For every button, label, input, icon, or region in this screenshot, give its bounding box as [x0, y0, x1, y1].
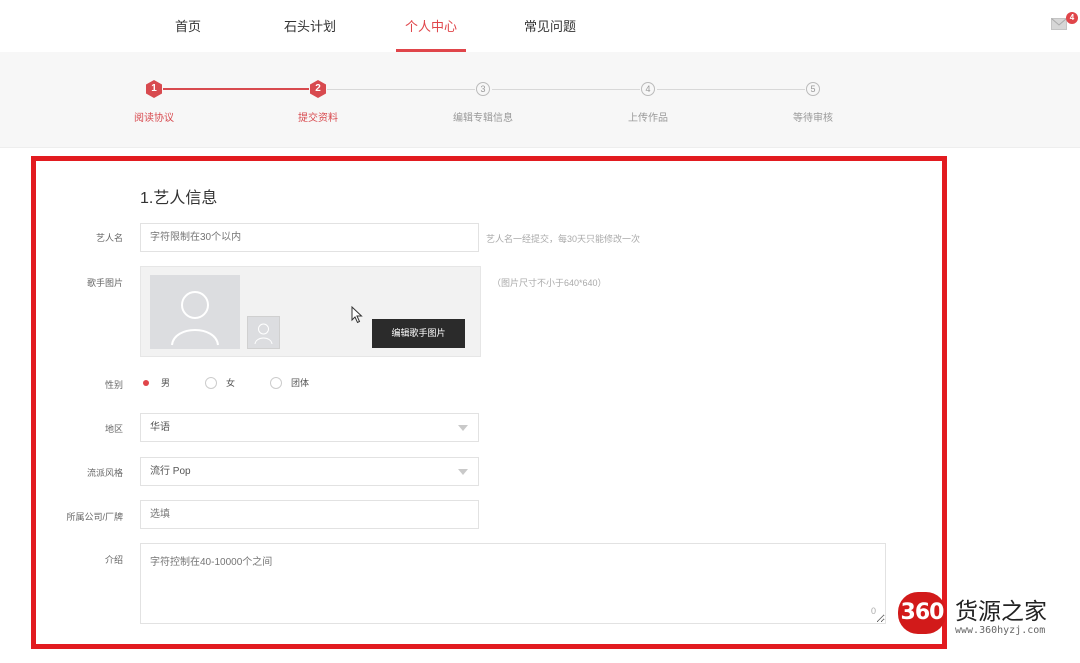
gender-option-male: 男: [161, 378, 171, 388]
company-input[interactable]: [140, 500, 479, 529]
photo-upload-area[interactable]: 编辑歌手图片: [140, 266, 481, 357]
artist-name-label: 艺人名: [95, 233, 123, 243]
section-title: 1.艺人信息: [140, 190, 218, 207]
watermark-logo: 360: [898, 592, 946, 634]
intro-char-counter: 0: [871, 606, 877, 616]
artist-name-input[interactable]: [140, 223, 479, 252]
mouse-cursor-icon: [351, 306, 363, 324]
gender-label: 性别: [104, 380, 123, 390]
intro-textarea[interactable]: [140, 543, 886, 624]
gender-radio-female[interactable]: [205, 377, 217, 389]
edit-photo-button[interactable]: 编辑歌手图片: [372, 319, 465, 348]
step-connector-1: [163, 88, 309, 90]
region-selected-value: 华语: [150, 422, 170, 433]
mail-badge: 4: [1066, 12, 1078, 24]
chevron-down-icon: [458, 425, 468, 431]
step-connector-2: [327, 89, 475, 90]
step-1-marker: 1: [145, 80, 163, 98]
step-3-marker: 3: [474, 80, 492, 98]
nav-item-personal-center[interactable]: 个人中心: [405, 16, 457, 35]
nav-item-faq[interactable]: 常见问题: [524, 16, 576, 35]
gender-radio-group-option[interactable]: [270, 377, 282, 389]
artist-name-hint: 艺人名一经提交，每30天只能修改一次: [486, 234, 641, 244]
gender-option-group: 团体: [291, 378, 310, 388]
company-label: 所属公司/厂牌: [66, 512, 123, 522]
mail-icon[interactable]: [1051, 18, 1067, 30]
genre-selected-value: 流行 Pop: [150, 466, 191, 477]
chevron-down-icon: [458, 469, 468, 475]
top-nav: 首页 石头计划 个人中心 常见问题 4: [0, 0, 1080, 52]
gender-radio-male[interactable]: [140, 377, 152, 389]
intro-label: 介绍: [104, 555, 123, 565]
watermark-url: www.360hyzj.com: [955, 625, 1046, 636]
step-4-marker: 4: [639, 80, 657, 98]
region-select[interactable]: 华语: [140, 413, 479, 442]
user-silhouette-icon: [254, 323, 273, 345]
step-5-marker: 5: [804, 80, 822, 98]
step-5-label: 等待审核: [793, 113, 833, 124]
avatar-small: [247, 316, 280, 349]
genre-label: 流派风格: [86, 468, 123, 478]
step-2-marker: 2: [309, 80, 327, 98]
avatar-large: [150, 275, 240, 349]
photo-hint: （图片尺寸不小于640*640）: [492, 278, 607, 288]
step-connector-4: [657, 89, 805, 90]
user-silhouette-icon: [171, 291, 219, 346]
nav-item-stone-plan[interactable]: 石头计划: [284, 16, 336, 35]
steps-progress: 1 2 3 4 5 阅读协议 提交资料 编辑专辑信息 上传作品 等待审核: [0, 52, 1080, 148]
step-4-label: 上传作品: [628, 113, 668, 124]
gender-option-female: 女: [226, 378, 236, 388]
photo-label: 歌手图片: [86, 278, 123, 288]
step-2-label: 提交资料: [298, 113, 338, 124]
step-connector-3: [492, 89, 640, 90]
step-1-label: 阅读协议: [134, 113, 174, 124]
genre-select[interactable]: 流行 Pop: [140, 457, 479, 486]
watermark-name: 货源之家: [955, 599, 1047, 625]
step-3-label: 编辑专辑信息: [453, 113, 513, 124]
nav-item-home[interactable]: 首页: [175, 16, 201, 35]
region-label: 地区: [104, 424, 123, 434]
